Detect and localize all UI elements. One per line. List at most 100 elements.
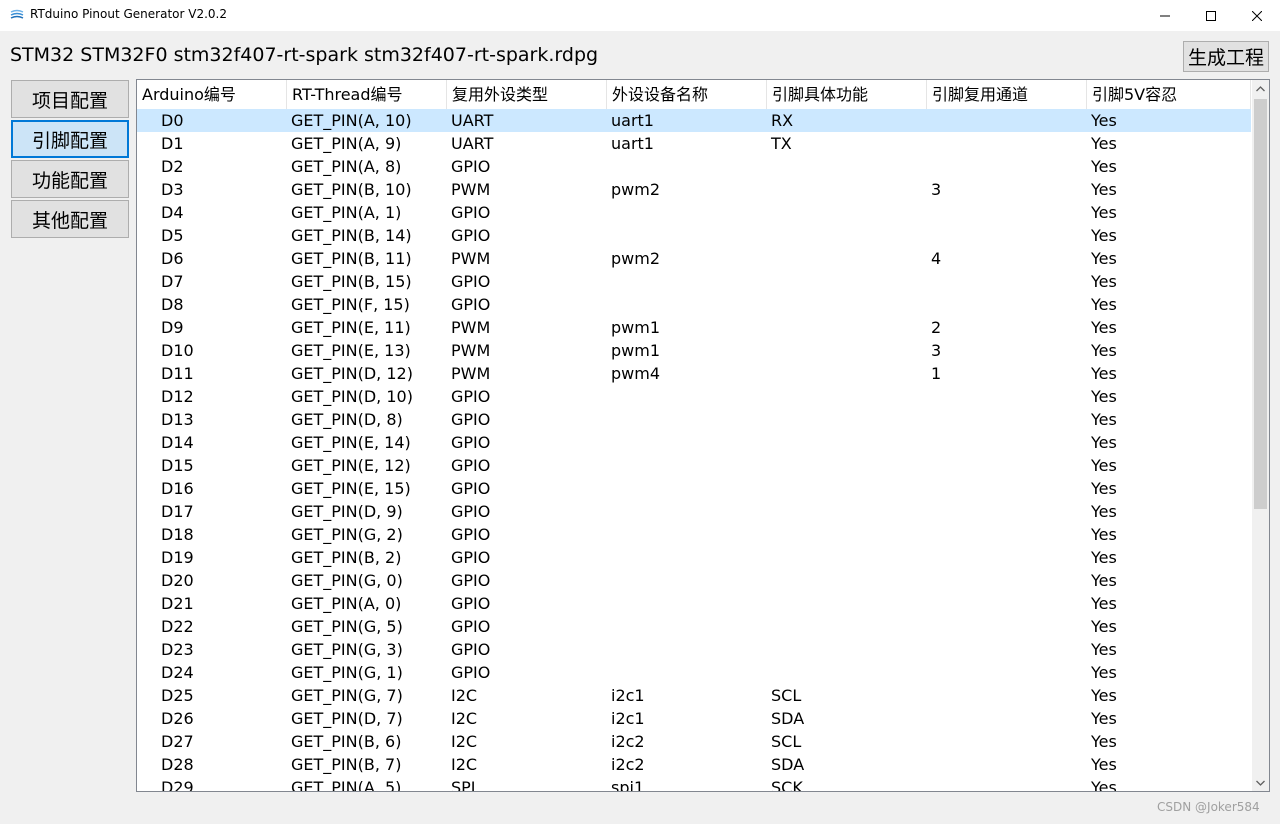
cell-5v-tolerant[interactable]: Yes (1091, 385, 1117, 408)
cell-5v-tolerant[interactable]: Yes (1091, 753, 1117, 776)
cell-5v-tolerant[interactable]: Yes (1091, 109, 1117, 132)
cell-5v-tolerant[interactable]: Yes (1091, 477, 1117, 500)
column-header-arduino[interactable]: Arduino编号 (137, 80, 287, 109)
cell-arduino[interactable]: D20 (161, 569, 194, 592)
cell-rtthread[interactable]: GET_PIN(G, 5) (291, 615, 403, 638)
cell-arduino[interactable]: D29 (161, 776, 194, 791)
cell-5v-tolerant[interactable]: Yes (1091, 684, 1117, 707)
cell-arduino[interactable]: D11 (161, 362, 194, 385)
cell-arduino[interactable]: D0 (161, 109, 184, 132)
cell-arduino[interactable]: D14 (161, 431, 194, 454)
cell-rtthread[interactable]: GET_PIN(D, 9) (291, 500, 403, 523)
cell-5v-tolerant[interactable]: Yes (1091, 638, 1117, 661)
cell-rtthread[interactable]: GET_PIN(B, 11) (291, 247, 412, 270)
table-row[interactable]: D6 GET_PIN(B, 11) PWM pwm2 4 Yes (137, 247, 1251, 270)
cell-rtthread[interactable]: GET_PIN(B, 2) (291, 546, 401, 569)
cell-peripheral-type[interactable]: SPI (451, 776, 476, 791)
cell-peripheral-type[interactable]: GPIO (451, 431, 490, 454)
cell-rtthread[interactable]: GET_PIN(A, 8) (291, 155, 401, 178)
cell-device-name[interactable]: uart1 (611, 109, 654, 132)
table-row[interactable]: D15 GET_PIN(E, 12) GPIO Yes (137, 454, 1251, 477)
cell-5v-tolerant[interactable]: Yes (1091, 293, 1117, 316)
cell-pin-function[interactable]: SCK (771, 776, 803, 791)
cell-rtthread[interactable]: GET_PIN(A, 10) (291, 109, 412, 132)
column-header-peripheral-type[interactable]: 复用外设类型 (447, 80, 607, 109)
cell-arduino[interactable]: D22 (161, 615, 194, 638)
table-row[interactable]: D19 GET_PIN(B, 2) GPIO Yes (137, 546, 1251, 569)
cell-5v-tolerant[interactable]: Yes (1091, 500, 1117, 523)
cell-rtthread[interactable]: GET_PIN(A, 9) (291, 132, 401, 155)
table-row[interactable]: D17 GET_PIN(D, 9) GPIO Yes (137, 500, 1251, 523)
cell-arduino[interactable]: D2 (161, 155, 184, 178)
table-row[interactable]: D4 GET_PIN(A, 1) GPIO Yes (137, 201, 1251, 224)
cell-5v-tolerant[interactable]: Yes (1091, 615, 1117, 638)
cell-device-name[interactable]: pwm2 (611, 178, 660, 201)
cell-peripheral-type[interactable]: GPIO (451, 661, 490, 684)
cell-peripheral-type[interactable]: I2C (451, 730, 477, 753)
cell-peripheral-type[interactable]: PWM (451, 178, 490, 201)
cell-rtthread[interactable]: GET_PIN(E, 15) (291, 477, 411, 500)
cell-peripheral-type[interactable]: I2C (451, 707, 477, 730)
cell-rtthread[interactable]: GET_PIN(G, 7) (291, 684, 403, 707)
column-header-device-name[interactable]: 外设设备名称 (607, 80, 767, 109)
cell-rtthread[interactable]: GET_PIN(E, 14) (291, 431, 411, 454)
table-row[interactable]: D27 GET_PIN(B, 6) I2C i2c2 SCL Yes (137, 730, 1251, 753)
table-row[interactable]: D7 GET_PIN(B, 15) GPIO Yes (137, 270, 1251, 293)
cell-peripheral-type[interactable]: GPIO (451, 201, 490, 224)
cell-peripheral-type[interactable]: GPIO (451, 523, 490, 546)
cell-arduino[interactable]: D3 (161, 178, 184, 201)
table-row[interactable]: D9 GET_PIN(E, 11) PWM pwm1 2 Yes (137, 316, 1251, 339)
cell-rtthread[interactable]: GET_PIN(B, 14) (291, 224, 412, 247)
pin-table[interactable]: Arduino编号 RT-Thread编号 复用外设类型 外设设备名称 引脚具体… (136, 79, 1270, 792)
cell-peripheral-type[interactable]: PWM (451, 316, 490, 339)
cell-5v-tolerant[interactable]: Yes (1091, 270, 1117, 293)
cell-rtthread[interactable]: GET_PIN(B, 6) (291, 730, 401, 753)
cell-peripheral-type[interactable]: GPIO (451, 638, 490, 661)
cell-peripheral-type[interactable]: I2C (451, 753, 477, 776)
column-header-channel[interactable]: 引脚复用通道 (927, 80, 1087, 109)
table-row[interactable]: D23 GET_PIN(G, 3) GPIO Yes (137, 638, 1251, 661)
cell-arduino[interactable]: D16 (161, 477, 194, 500)
cell-5v-tolerant[interactable]: Yes (1091, 339, 1117, 362)
cell-rtthread[interactable]: GET_PIN(D, 8) (291, 408, 403, 431)
cell-device-name[interactable]: i2c1 (611, 707, 645, 730)
table-row[interactable]: D8 GET_PIN(F, 15) GPIO Yes (137, 293, 1251, 316)
cell-peripheral-type[interactable]: PWM (451, 362, 490, 385)
cell-arduino[interactable]: D17 (161, 500, 194, 523)
cell-device-name[interactable]: pwm4 (611, 362, 660, 385)
cell-pin-function[interactable]: SCL (771, 684, 801, 707)
cell-peripheral-type[interactable]: I2C (451, 684, 477, 707)
cell-device-name[interactable]: spi1 (611, 776, 644, 791)
cell-peripheral-type[interactable]: GPIO (451, 592, 490, 615)
column-header-pin-function[interactable]: 引脚具体功能 (767, 80, 927, 109)
cell-rtthread[interactable]: GET_PIN(A, 0) (291, 592, 401, 615)
nav-other-config-button[interactable]: 其他配置 (11, 200, 129, 238)
cell-arduino[interactable]: D7 (161, 270, 184, 293)
cell-peripheral-type[interactable]: GPIO (451, 224, 490, 247)
column-header-5v-tolerant[interactable]: 引脚5V容忍 (1087, 80, 1251, 109)
cell-arduino[interactable]: D12 (161, 385, 194, 408)
cell-5v-tolerant[interactable]: Yes (1091, 247, 1117, 270)
maximize-button[interactable] (1188, 0, 1234, 31)
nav-function-config-button[interactable]: 功能配置 (11, 160, 129, 198)
table-row[interactable]: D5 GET_PIN(B, 14) GPIO Yes (137, 224, 1251, 247)
cell-rtthread[interactable]: GET_PIN(G, 2) (291, 523, 403, 546)
cell-rtthread[interactable]: GET_PIN(D, 7) (291, 707, 403, 730)
cell-arduino[interactable]: D26 (161, 707, 194, 730)
cell-peripheral-type[interactable]: GPIO (451, 270, 490, 293)
table-row[interactable]: D26 GET_PIN(D, 7) I2C i2c1 SDA Yes (137, 707, 1251, 730)
cell-pin-function[interactable]: SDA (771, 753, 804, 776)
cell-peripheral-type[interactable]: GPIO (451, 155, 490, 178)
cell-arduino[interactable]: D25 (161, 684, 194, 707)
cell-5v-tolerant[interactable]: Yes (1091, 454, 1117, 477)
table-row[interactable]: D1 GET_PIN(A, 9) UART uart1 TX Yes (137, 132, 1251, 155)
cell-peripheral-type[interactable]: PWM (451, 247, 490, 270)
cell-channel[interactable]: 1 (931, 362, 941, 385)
table-row[interactable]: D22 GET_PIN(G, 5) GPIO Yes (137, 615, 1251, 638)
cell-pin-function[interactable]: SCL (771, 730, 801, 753)
cell-peripheral-type[interactable]: UART (451, 132, 493, 155)
table-row[interactable]: D25 GET_PIN(G, 7) I2C i2c1 SCL Yes (137, 684, 1251, 707)
table-row[interactable]: D10 GET_PIN(E, 13) PWM pwm1 3 Yes (137, 339, 1251, 362)
cell-5v-tolerant[interactable]: Yes (1091, 730, 1117, 753)
table-row[interactable]: D12 GET_PIN(D, 10) GPIO Yes (137, 385, 1251, 408)
